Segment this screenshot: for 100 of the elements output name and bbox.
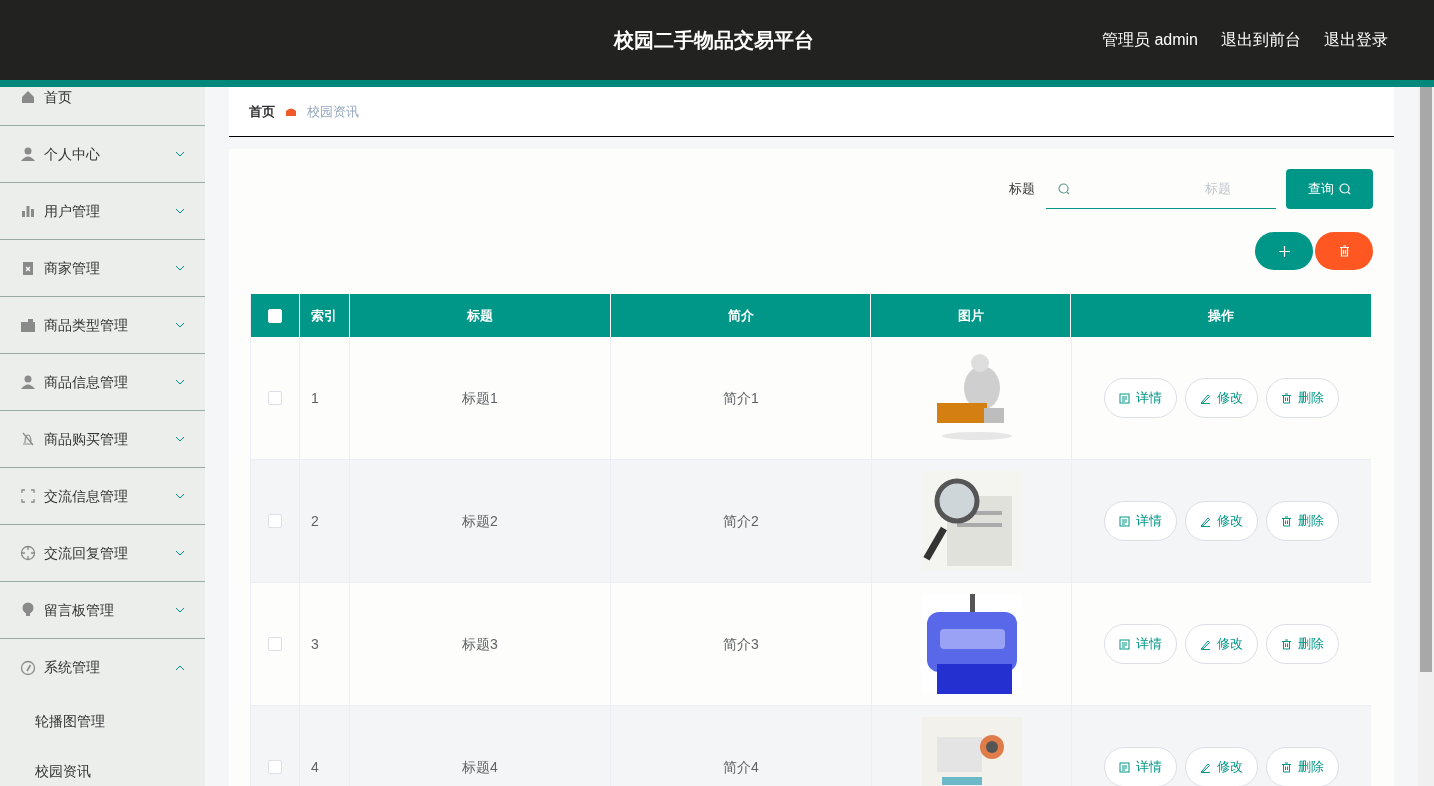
chevron-down-icon [175, 151, 185, 157]
query-button[interactable]: 查询 [1286, 169, 1373, 209]
search-field[interactable]: 标题 [1046, 169, 1276, 209]
table-cell-text: 3 [311, 634, 319, 654]
chevron-down-icon [175, 322, 185, 328]
row-action-button[interactable]: 修改 [1185, 624, 1258, 664]
row-action-button[interactable]: 删除 [1266, 501, 1339, 541]
plus-icon [1278, 245, 1290, 257]
chevron-down-icon [175, 436, 185, 442]
row-action-button[interactable]: 修改 [1185, 378, 1258, 418]
menu-label: 首页 [44, 87, 72, 107]
table-cell-text: 简介4 [723, 757, 759, 777]
bar-chart-icon [20, 203, 36, 219]
pencil-icon [1200, 761, 1211, 773]
pencil-icon [1200, 515, 1211, 527]
table-cell-text: 简介3 [723, 634, 759, 654]
trash-icon [1281, 515, 1292, 527]
document-icon [1119, 761, 1130, 773]
header-link[interactable]: 退出到前台 [1221, 28, 1301, 52]
chevron-down-icon [175, 379, 185, 385]
menu-label: 商品购买管理 [44, 429, 128, 449]
table-cell-text: 4 [311, 757, 319, 777]
sidebar-item[interactable]: 交流信息管理 [0, 468, 205, 525]
chevron-down-icon [175, 265, 185, 271]
row-action-button[interactable]: 删除 [1266, 624, 1339, 664]
document-icon [1119, 638, 1130, 650]
row-action-button[interactable]: 详情 [1104, 747, 1177, 786]
table-cell-text: 标题4 [462, 757, 498, 777]
menu-label: 商家管理 [44, 258, 100, 278]
chevron-down-icon [175, 607, 185, 613]
sidebar-item[interactable]: 交流回复管理 [0, 525, 205, 582]
chevron-down-icon [175, 208, 185, 214]
bulb-icon [20, 602, 36, 618]
header-link[interactable]: 退出登录 [1324, 28, 1388, 52]
bell-slash-icon [20, 431, 36, 447]
table-cell-text: 标题2 [462, 511, 498, 531]
sidebar-item[interactable]: 商品购买管理 [0, 411, 205, 468]
table-cell-text: 1 [311, 388, 319, 408]
clipboard-icon [20, 260, 36, 276]
delete-button[interactable] [1315, 232, 1373, 270]
submenu-item[interactable]: 校园资讯 [0, 746, 205, 786]
table-cell-text: 标题3 [462, 634, 498, 654]
checkbox[interactable] [268, 391, 282, 405]
menu-label: 交流信息管理 [44, 486, 128, 506]
row-action-button[interactable]: 详情 [1104, 501, 1177, 541]
checkbox[interactable] [268, 514, 282, 528]
row-action-button[interactable]: 修改 [1185, 501, 1258, 541]
trash-icon [1281, 761, 1292, 773]
menu-label: 个人中心 [44, 144, 100, 164]
document-icon [1119, 392, 1130, 404]
search-icon [1058, 182, 1070, 195]
menu-label: 交流回复管理 [44, 543, 128, 563]
row-action-button[interactable]: 详情 [1104, 378, 1177, 418]
house-icon [20, 89, 36, 105]
menu-label: 商品类型管理 [44, 315, 128, 335]
sidebar-item[interactable]: 留言板管理 [0, 582, 205, 639]
header-link[interactable]: 管理员 admin [1101, 28, 1198, 52]
user-icon [20, 146, 36, 162]
menu-label: 留言板管理 [44, 600, 114, 620]
corners-icon [20, 488, 36, 504]
pencil-icon [1200, 392, 1211, 404]
checkbox[interactable] [268, 637, 282, 651]
pencil-icon [1200, 638, 1211, 650]
compass-icon [20, 659, 36, 676]
search-icon [1339, 183, 1351, 195]
checkbox[interactable] [268, 760, 282, 774]
sidebar-item[interactable]: 商品信息管理 [0, 354, 205, 411]
menu-label: 系统管理 [44, 658, 100, 677]
sidebar-item[interactable]: 商家管理 [0, 240, 205, 297]
wallet-icon [20, 317, 36, 333]
row-action-button[interactable]: 修改 [1185, 747, 1258, 786]
add-button[interactable] [1255, 232, 1313, 270]
search-label: 标题 [1009, 180, 1035, 199]
site-title: 校园二手物品交易平台 [614, 28, 814, 53]
trash-icon [1281, 638, 1292, 650]
row-action-button[interactable]: 删除 [1266, 747, 1339, 786]
trash-icon [1281, 392, 1292, 404]
menu-label: 商品信息管理 [44, 372, 128, 392]
user-icon [20, 374, 36, 390]
table-cell-text: 2 [311, 511, 319, 531]
menu-label: 用户管理 [44, 201, 100, 221]
scrollbar[interactable] [1418, 87, 1434, 786]
sidebar-item[interactable]: 个人中心 [0, 126, 205, 183]
trash-icon [1338, 245, 1350, 257]
column-header: 操作 [1207, 306, 1236, 325]
sidebar-item[interactable]: 系统管理 [0, 639, 205, 696]
breadcrumb-current: 校园资讯 [307, 102, 359, 121]
submenu-item[interactable]: 轮播图管理 [0, 696, 205, 746]
sidebar-item[interactable]: 商品类型管理 [0, 297, 205, 354]
document-icon [1119, 515, 1130, 527]
cake-icon [285, 106, 297, 117]
table-cell-text: 简介2 [723, 511, 759, 531]
sidebar-item[interactable]: 首页 [0, 87, 205, 126]
row-action-button[interactable]: 详情 [1104, 624, 1177, 664]
chevron-up-icon [175, 664, 185, 671]
chevron-down-icon [175, 493, 185, 499]
sidebar-item[interactable]: 用户管理 [0, 183, 205, 240]
breadcrumb-link[interactable]: 首页 [249, 101, 275, 122]
table-cell-text: 标题1 [462, 388, 498, 408]
row-action-button[interactable]: 删除 [1266, 378, 1339, 418]
